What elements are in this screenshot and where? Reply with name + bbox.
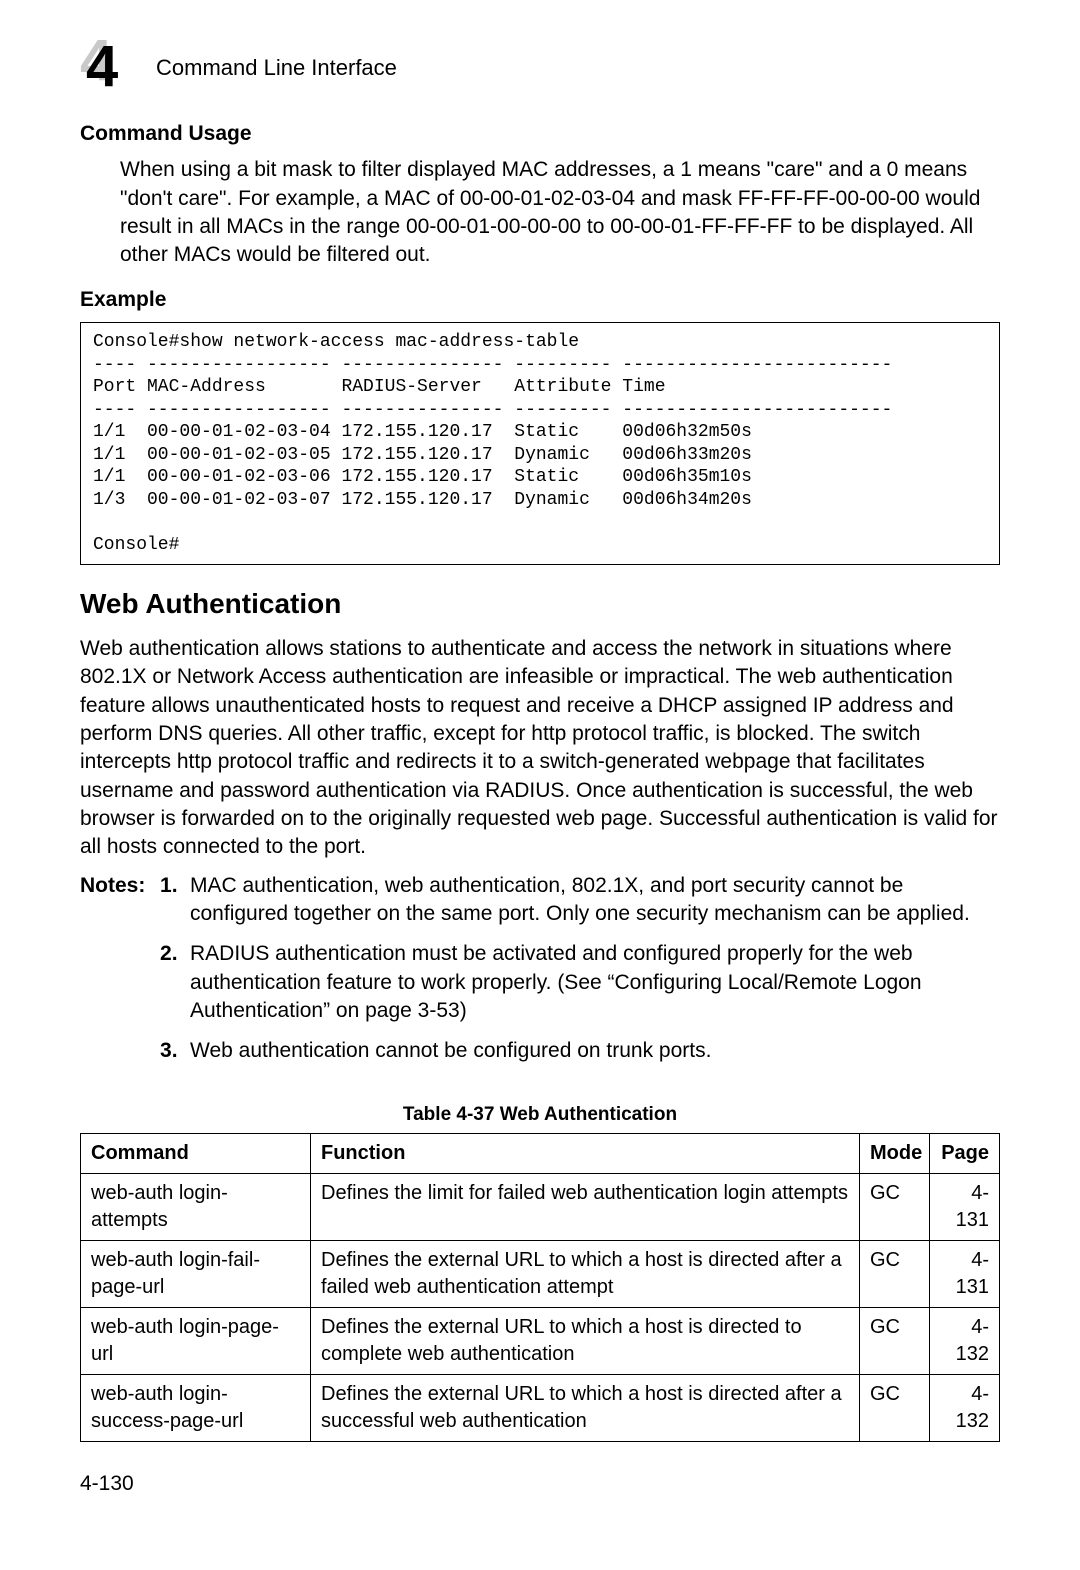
example-heading: Example: [80, 286, 1000, 314]
td-function: Defines the external URL to which a host…: [311, 1308, 860, 1375]
td-function: Defines the external URL to which a host…: [311, 1241, 860, 1308]
notes-label: Notes:: [80, 872, 160, 1078]
table-caption: Table 4-37 Web Authentication: [80, 1102, 1000, 1128]
td-mode: GC: [860, 1308, 930, 1375]
td-mode: GC: [860, 1375, 930, 1442]
notes-list: MAC authentication, web authentication, …: [160, 872, 1000, 1066]
td-page: 4-131: [930, 1174, 1000, 1241]
td-command: web-auth login-success-page-url: [81, 1375, 311, 1442]
table-row: web-auth login-fail-page-url Defines the…: [81, 1241, 1000, 1308]
chapter-title: Command Line Interface: [156, 53, 397, 83]
td-page: 4-131: [930, 1241, 1000, 1308]
td-mode: GC: [860, 1174, 930, 1241]
web-authentication-heading: Web Authentication: [80, 585, 1000, 623]
td-mode: GC: [860, 1241, 930, 1308]
note-item: Web authentication cannot be configured …: [160, 1037, 1000, 1065]
note-text: Web authentication cannot be configured …: [190, 1039, 711, 1062]
note-item: MAC authentication, web authentication, …: [160, 872, 1000, 929]
table-header-row: Command Function Mode Page: [81, 1134, 1000, 1174]
example-console-output: Console#show network-access mac-address-…: [80, 322, 1000, 565]
page-header: 4 4 Command Line Interface: [80, 42, 1000, 94]
td-command: web-auth login-attempts: [81, 1174, 311, 1241]
web-authentication-body: Web authentication allows stations to au…: [80, 635, 1000, 862]
notes-block: Notes: MAC authentication, web authentic…: [80, 872, 1000, 1078]
td-command: web-auth login-page-url: [81, 1308, 311, 1375]
td-function: Defines the external URL to which a host…: [311, 1375, 860, 1442]
td-page: 4-132: [930, 1308, 1000, 1375]
table-row: web-auth login-page-url Defines the exte…: [81, 1308, 1000, 1375]
chapter-number: 4: [86, 38, 118, 96]
th-mode: Mode: [860, 1134, 930, 1174]
note-text: RADIUS authentication must be activated …: [190, 942, 922, 1022]
command-usage-body: When using a bit mask to filter displaye…: [120, 156, 1000, 269]
command-usage-heading: Command Usage: [80, 120, 1000, 148]
chapter-number-icon: 4 4: [80, 42, 138, 94]
note-text: MAC authentication, web authentication, …: [190, 874, 970, 925]
th-function: Function: [311, 1134, 860, 1174]
note-item: RADIUS authentication must be activated …: [160, 940, 1000, 1025]
table-row: web-auth login-success-page-url Defines …: [81, 1375, 1000, 1442]
th-page: Page: [930, 1134, 1000, 1174]
th-command: Command: [81, 1134, 311, 1174]
td-function: Defines the limit for failed web authent…: [311, 1174, 860, 1241]
page-number: 4-130: [80, 1470, 1000, 1498]
td-page: 4-132: [930, 1375, 1000, 1442]
td-command: web-auth login-fail-page-url: [81, 1241, 311, 1308]
table-row: web-auth login-attempts Defines the limi…: [81, 1174, 1000, 1241]
web-authentication-table: Command Function Mode Page web-auth logi…: [80, 1133, 1000, 1442]
